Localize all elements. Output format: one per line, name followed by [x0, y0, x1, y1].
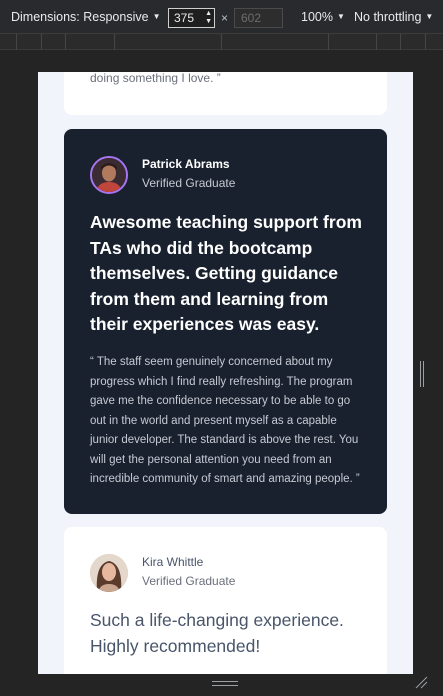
width-value: 375 [174, 11, 195, 25]
width-input[interactable]: 375 ▲ ▼ [168, 8, 215, 28]
dimension-separator: × [221, 11, 229, 25]
author-name: Patrick Abrams [142, 157, 230, 171]
device-toolbar: Dimensions: Responsive ▼ 375 ▲ ▼ × 602 10… [0, 0, 443, 34]
zoom-dropdown[interactable]: 100% ▼ [301, 10, 345, 24]
media-query-bar[interactable] [0, 34, 443, 50]
side-resize-handle-icon[interactable] [420, 361, 426, 387]
height-input[interactable]: 602 [234, 8, 283, 28]
dimensions-label: Dimensions: Responsive [11, 10, 149, 24]
caret-down-icon: ▼ [425, 12, 434, 21]
testimonial-headline: Awesome teaching support from TAs who di… [90, 212, 362, 334]
zoom-label: 100% [301, 10, 333, 24]
author-role: Verified Graduate [142, 574, 236, 588]
avatar-image [90, 554, 128, 592]
bottom-resize-handle-icon[interactable] [212, 681, 238, 688]
throttling-label: No throttling [354, 10, 422, 24]
featured-testimonial-card: Patrick Abrams Verified Graduate Awesome… [64, 129, 387, 514]
testimonial-headline: Such a life-changing experience. Highly … [90, 610, 344, 656]
page-viewport: doing something I love. ” Patrick Abrams… [38, 72, 413, 674]
avatar-image [92, 158, 126, 192]
corner-resize-handle-icon[interactable] [414, 675, 428, 689]
testimonial-quote: “ The staff seem genuinely concerned abo… [90, 356, 360, 485]
spinner-icon[interactable]: ▲ ▼ [205, 10, 212, 26]
caret-down-icon: ▼ [152, 12, 161, 21]
author-name: Kira Whittle [142, 555, 204, 569]
avatar [90, 554, 128, 592]
author-role: Verified Graduate [142, 176, 236, 190]
testimonial-quote: doing something I love. ” [90, 72, 221, 85]
caret-down-icon: ▼ [336, 12, 345, 21]
height-placeholder: 602 [241, 11, 262, 25]
throttling-dropdown[interactable]: No throttling ▼ [354, 10, 433, 24]
testimonial-card: Kira Whittle Verified Graduate Such a li… [64, 527, 387, 674]
dimensions-dropdown[interactable]: Dimensions: Responsive ▼ [11, 10, 160, 24]
avatar [90, 156, 128, 194]
testimonial-card: doing something I love. ” [64, 72, 387, 115]
